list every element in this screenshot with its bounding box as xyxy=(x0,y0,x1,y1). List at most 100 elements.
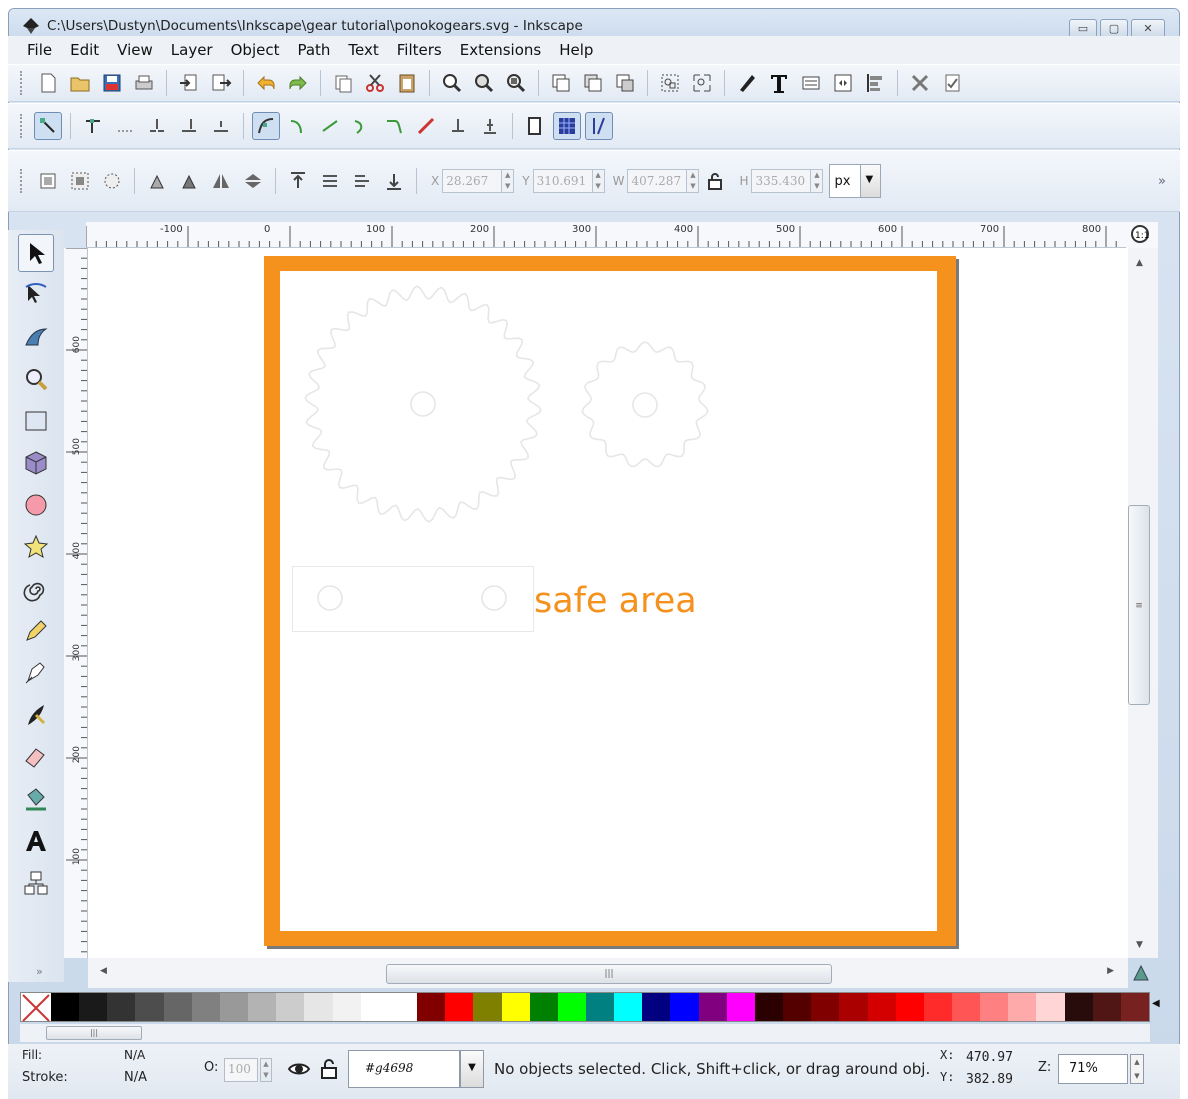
open-icon[interactable] xyxy=(66,69,94,97)
height-input[interactable] xyxy=(751,169,812,193)
color-swatch[interactable] xyxy=(191,993,220,1021)
insert-node-icon[interactable] xyxy=(79,112,107,140)
width-input[interactable] xyxy=(627,169,688,193)
node-symmetric-icon[interactable] xyxy=(316,112,344,140)
color-swatch[interactable] xyxy=(1064,993,1093,1021)
paste-icon[interactable] xyxy=(393,69,421,97)
menu-extensions[interactable]: Extensions xyxy=(451,41,550,59)
selector-tool-icon[interactable] xyxy=(18,234,54,272)
node-tool-icon[interactable] xyxy=(18,276,54,314)
scroll-up-icon[interactable]: ▲ xyxy=(1136,258,1143,268)
flip-vertical-icon[interactable] xyxy=(239,167,267,195)
color-swatch[interactable] xyxy=(952,993,981,1021)
x-coordinate-input[interactable] xyxy=(442,169,503,193)
menu-filters[interactable]: Filters xyxy=(388,41,451,59)
save-icon[interactable] xyxy=(98,69,126,97)
fill-stroke-icon[interactable] xyxy=(733,69,761,97)
print-icon[interactable] xyxy=(130,69,158,97)
stroke-value[interactable]: N/A xyxy=(124,1070,147,1085)
color-swatch[interactable] xyxy=(1092,993,1121,1021)
color-swatch[interactable] xyxy=(754,993,784,1021)
rotate-cw-icon[interactable] xyxy=(175,167,203,195)
color-swatch[interactable] xyxy=(839,993,868,1021)
color-swatch[interactable] xyxy=(670,993,699,1021)
join-nodes-icon[interactable] xyxy=(143,112,171,140)
node-cusp-icon[interactable] xyxy=(252,112,280,140)
align-distribute-icon[interactable] xyxy=(861,69,889,97)
color-swatch[interactable] xyxy=(501,993,530,1021)
menu-view[interactable]: View xyxy=(108,41,162,59)
pen-tool-icon[interactable] xyxy=(18,654,54,692)
unlink-clone-icon[interactable] xyxy=(611,69,639,97)
select-all-layers-icon[interactable] xyxy=(66,167,94,195)
break-path-icon[interactable] xyxy=(175,112,203,140)
layer-lock-icon[interactable] xyxy=(318,1056,340,1086)
height-spin-arrows[interactable]: ▲ ▼ xyxy=(811,169,824,193)
redo-icon[interactable] xyxy=(284,69,312,97)
spiral-tool-icon[interactable] xyxy=(18,570,54,608)
zoom-page-icon[interactable] xyxy=(502,69,530,97)
scroll-left-icon[interactable]: ◀ xyxy=(100,966,107,976)
no-paint-swatch[interactable] xyxy=(21,993,51,1022)
text-tool-icon[interactable] xyxy=(18,822,54,860)
color-swatch[interactable] xyxy=(585,993,615,1021)
color-swatch[interactable] xyxy=(304,993,333,1021)
color-swatch[interactable] xyxy=(867,993,896,1021)
show-path-icon[interactable] xyxy=(585,112,613,140)
node-smooth-icon[interactable] xyxy=(284,112,312,140)
select-all-icon[interactable] xyxy=(34,167,62,195)
deselect-icon[interactable] xyxy=(98,167,126,195)
color-swatch[interactable] xyxy=(1008,993,1037,1021)
zoom-tool-icon[interactable] xyxy=(18,360,54,398)
color-swatch[interactable] xyxy=(642,993,671,1021)
menu-file[interactable]: File xyxy=(18,41,61,59)
color-managed-view-icon[interactable] xyxy=(1130,962,1152,984)
width-spin-arrows[interactable]: ▲ ▼ xyxy=(687,169,700,193)
flip-horizontal-icon[interactable] xyxy=(207,167,235,195)
chevron-down-icon[interactable]: ▼ xyxy=(460,1050,484,1088)
color-swatch[interactable] xyxy=(811,993,840,1021)
pencil-tool-icon[interactable] xyxy=(18,612,54,650)
raise-to-top-icon[interactable] xyxy=(284,167,312,195)
rectangle-tool-icon[interactable] xyxy=(18,402,54,440)
color-swatch[interactable] xyxy=(980,993,1009,1021)
color-swatch[interactable] xyxy=(219,993,249,1021)
rotate-ccw-icon[interactable] xyxy=(143,167,171,195)
zoom-spin-arrows[interactable]: ▲ ▼ xyxy=(1130,1054,1144,1084)
chevron-down-icon[interactable]: ▼ xyxy=(860,165,881,197)
node-select-icon[interactable] xyxy=(34,112,62,140)
menu-edit[interactable]: Edit xyxy=(61,41,108,59)
segment-line-icon[interactable] xyxy=(412,112,440,140)
show-outline-icon[interactable] xyxy=(553,112,581,140)
fill-value[interactable]: N/A xyxy=(124,1048,145,1062)
color-swatch[interactable] xyxy=(783,993,812,1021)
color-swatch[interactable] xyxy=(163,993,192,1021)
color-swatch[interactable] xyxy=(107,993,136,1021)
3d-box-tool-icon[interactable] xyxy=(18,444,54,482)
color-swatch[interactable] xyxy=(557,993,586,1021)
more-tools-icon[interactable]: » xyxy=(1158,174,1166,189)
menu-path[interactable]: Path xyxy=(288,41,339,59)
horizontal-scroll-thumb[interactable]: ||| xyxy=(386,964,832,984)
x-spin-arrows[interactable]: ▲ ▼ xyxy=(502,169,515,193)
connector-tool-icon[interactable] xyxy=(18,864,54,902)
object-to-path-icon[interactable] xyxy=(476,112,504,140)
toolbar-grip[interactable] xyxy=(20,169,26,193)
zoom-drawing-icon[interactable] xyxy=(470,69,498,97)
lower-icon[interactable] xyxy=(348,167,376,195)
node-auto-smooth-icon[interactable] xyxy=(348,112,376,140)
clone-icon[interactable] xyxy=(579,69,607,97)
vertical-scroll-thumb[interactable]: ≡ xyxy=(1128,505,1150,705)
color-swatch[interactable] xyxy=(1120,993,1150,1021)
import-icon[interactable] xyxy=(175,69,203,97)
toolbar-grip[interactable] xyxy=(20,114,26,138)
stroke-to-path-icon[interactable] xyxy=(444,112,472,140)
menu-text[interactable]: Text xyxy=(339,41,387,59)
raise-icon[interactable] xyxy=(316,167,344,195)
menu-object[interactable]: Object xyxy=(222,41,289,59)
palette-scrollbar[interactable] xyxy=(20,1024,1150,1042)
palette-scroll-thumb[interactable]: ||| xyxy=(46,1026,142,1040)
toolbar-grip[interactable] xyxy=(20,71,26,95)
color-swatch[interactable] xyxy=(276,993,305,1021)
color-swatch[interactable] xyxy=(248,993,277,1021)
